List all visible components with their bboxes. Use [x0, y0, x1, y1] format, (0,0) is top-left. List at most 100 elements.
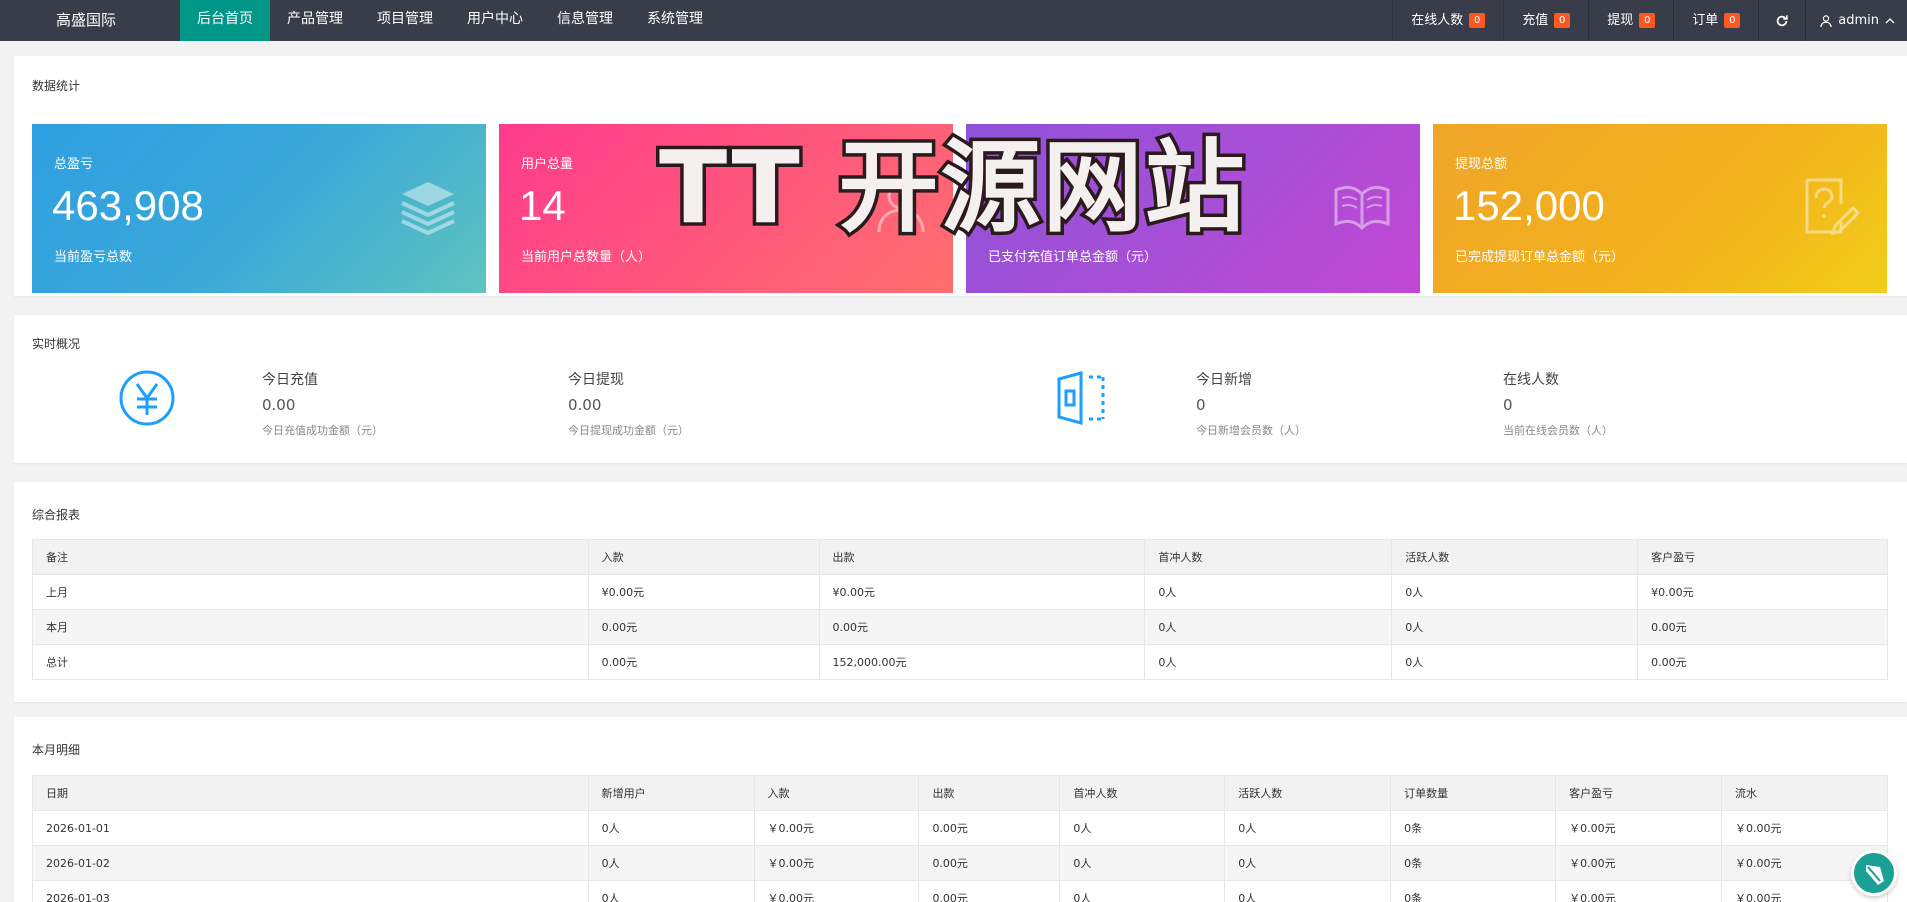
- table-cell: ￥0.00元: [1555, 845, 1722, 881]
- recharge-link[interactable]: 充值 0: [1503, 0, 1588, 41]
- table-row: 2026-01-02 0人 ￥0.00元 0.00元 0人 0人 0条 ￥0.0…: [32, 845, 1888, 881]
- nav-products[interactable]: 产品管理: [270, 0, 360, 41]
- user-menu[interactable]: admin: [1805, 0, 1907, 41]
- table-row: 2026-01-01 0人 ￥0.00元 0.00元 0人 0人 0条 ￥0.0…: [32, 810, 1888, 846]
- table-cell: 0人: [1144, 644, 1393, 680]
- monthly-table: 日期 新增用户 入款 出款 首冲人数 活跃人数 订单数量 客户盈亏 流水 202…: [32, 775, 1888, 902]
- table-cell: 0人: [1391, 609, 1639, 645]
- tile-sub: 已完成提现订单总金额（元）: [1455, 250, 1625, 265]
- table-cell: 0人: [1391, 644, 1639, 680]
- layers-icon: [401, 182, 455, 236]
- tile-sub: 当前盈亏总数: [54, 250, 133, 265]
- table-row: 2026-01-03 0人 ￥0.00元 0.00元 0人 0人 0条 ￥0.0…: [32, 880, 1888, 902]
- col-header: 首冲人数: [1059, 775, 1226, 811]
- table-row: 上月 ¥0.00元 ¥0.00元 0人 0人 ¥0.00元: [32, 574, 1888, 610]
- table-cell: ￥0.00元: [1721, 810, 1888, 846]
- online-users-label: 在线人数: [1411, 13, 1464, 28]
- rt-label: 在线人数: [1503, 372, 1559, 388]
- table-cell: ￥0.00元: [1555, 880, 1722, 902]
- floating-chat-button[interactable]: [1851, 850, 1897, 896]
- tile-label: 用户总量: [521, 157, 574, 172]
- nav-system[interactable]: 系统管理: [630, 0, 720, 41]
- chevron-up-icon: [1885, 17, 1895, 23]
- rt-label: 今日提现: [568, 372, 624, 388]
- table-row: 本月 0.00元 0.00元 0人 0人 0.00元: [32, 609, 1888, 645]
- table-cell: 0人: [1224, 810, 1392, 846]
- rt-value: 0: [1196, 396, 1206, 414]
- nav-info[interactable]: 信息管理: [540, 0, 630, 41]
- table-cell: 上月: [32, 574, 589, 610]
- col-header: 新增用户: [587, 775, 755, 811]
- table-cell: 0.00元: [587, 609, 820, 645]
- col-header: 客户盈亏: [1637, 539, 1888, 575]
- rt-sub: 今日新增会员数（人）: [1196, 424, 1306, 437]
- rt-sub: 当前在线会员数（人）: [1503, 424, 1613, 437]
- table-cell: 0人: [587, 810, 755, 846]
- table-row: 总计 0.00元 152,000.00元 0人 0人 0.00元: [32, 644, 1888, 680]
- rt-value: 0.00: [568, 396, 602, 414]
- question-doc-icon: [1805, 178, 1859, 236]
- table-cell: 本月: [32, 609, 589, 645]
- table-cell: 2026-01-01: [32, 810, 589, 846]
- table-cell: 0人: [1224, 845, 1392, 881]
- withdraw-link[interactable]: 提现 0: [1588, 0, 1673, 41]
- monthly-title: 本月明细: [32, 743, 81, 757]
- col-header: 日期: [32, 775, 589, 811]
- table-cell: 2026-01-03: [32, 880, 589, 902]
- app-logo[interactable]: 高盛国际: [0, 0, 180, 41]
- rt-label: 今日新增: [1196, 372, 1252, 388]
- table-cell: 0人: [1059, 810, 1226, 846]
- report-table: 备注 入款 出款 首冲人数 活跃人数 客户盈亏 上月 ¥0.00元 ¥0.00元…: [32, 539, 1888, 680]
- rt-value: 0.00: [262, 396, 296, 414]
- book-icon: [1334, 185, 1390, 231]
- table-cell: ¥0.00元: [1637, 574, 1888, 610]
- col-header: 活跃人数: [1224, 775, 1392, 811]
- main-nav: 后台首页 产品管理 项目管理 用户中心 信息管理 系统管理: [180, 0, 720, 41]
- username: admin: [1838, 13, 1879, 28]
- recharge-label: 充值: [1522, 13, 1549, 28]
- table-cell: 0人: [1224, 880, 1392, 902]
- col-header: 流水: [1721, 775, 1888, 811]
- realtime-title: 实时概况: [32, 337, 81, 351]
- nav-home[interactable]: 后台首页: [180, 0, 270, 41]
- table-cell: 0人: [587, 845, 755, 881]
- col-header: 备注: [32, 539, 589, 575]
- col-header: 订单数量: [1390, 775, 1557, 811]
- table-cell: 0条: [1390, 810, 1557, 846]
- table-cell: 0条: [1390, 845, 1557, 881]
- table-cell: 0人: [1144, 574, 1393, 610]
- withdraw-badge: 0: [1639, 13, 1656, 28]
- table-cell: ￥0.00元: [753, 845, 920, 881]
- table-cell: 152,000.00元: [818, 644, 1146, 680]
- table-cell: ￥0.00元: [753, 810, 920, 846]
- table-cell: 0人: [587, 880, 755, 902]
- refresh-button[interactable]: [1758, 0, 1805, 41]
- rt-today-new: 今日新增 0 今日新增会员数（人）: [1196, 369, 1306, 438]
- rt-today-withdraw: 今日提现 0.00 今日提现成功金额（元）: [568, 369, 689, 438]
- col-header: 出款: [818, 539, 1146, 575]
- table-cell: 0.00元: [587, 644, 820, 680]
- yuan-icon: [119, 370, 175, 426]
- col-header: 入款: [587, 539, 820, 575]
- orders-label: 订单: [1692, 13, 1719, 28]
- nav-users[interactable]: 用户中心: [450, 0, 540, 41]
- top-bar: 高盛国际 后台首页 产品管理 项目管理 用户中心 信息管理 系统管理 在线人数 …: [0, 0, 1907, 41]
- table-cell: ¥0.00元: [818, 574, 1146, 610]
- col-header: 首冲人数: [1144, 539, 1393, 575]
- table-cell: ￥0.00元: [753, 880, 920, 902]
- orders-link[interactable]: 订单 0: [1673, 0, 1758, 41]
- col-header: 客户盈亏: [1555, 775, 1722, 811]
- table-cell: ￥0.00元: [1555, 810, 1722, 846]
- table-cell: 0.00元: [918, 810, 1061, 846]
- col-header: 出款: [918, 775, 1061, 811]
- tile-label: 总盈亏: [54, 157, 94, 172]
- nav-projects[interactable]: 项目管理: [360, 0, 450, 41]
- tile-total-withdraw[interactable]: 提现总额 152,000 已完成提现订单总金额（元）: [1433, 124, 1887, 293]
- online-users-link[interactable]: 在线人数 0: [1392, 0, 1503, 41]
- table-cell: ¥0.00元: [587, 574, 820, 610]
- user-icon: [1820, 14, 1832, 27]
- report-title: 综合报表: [32, 508, 81, 522]
- table-cell: 0人: [1059, 880, 1226, 902]
- tile-total-profit[interactable]: 总盈亏 463,908 当前盈亏总数: [32, 124, 486, 293]
- stats-title: 数据统计: [32, 79, 81, 93]
